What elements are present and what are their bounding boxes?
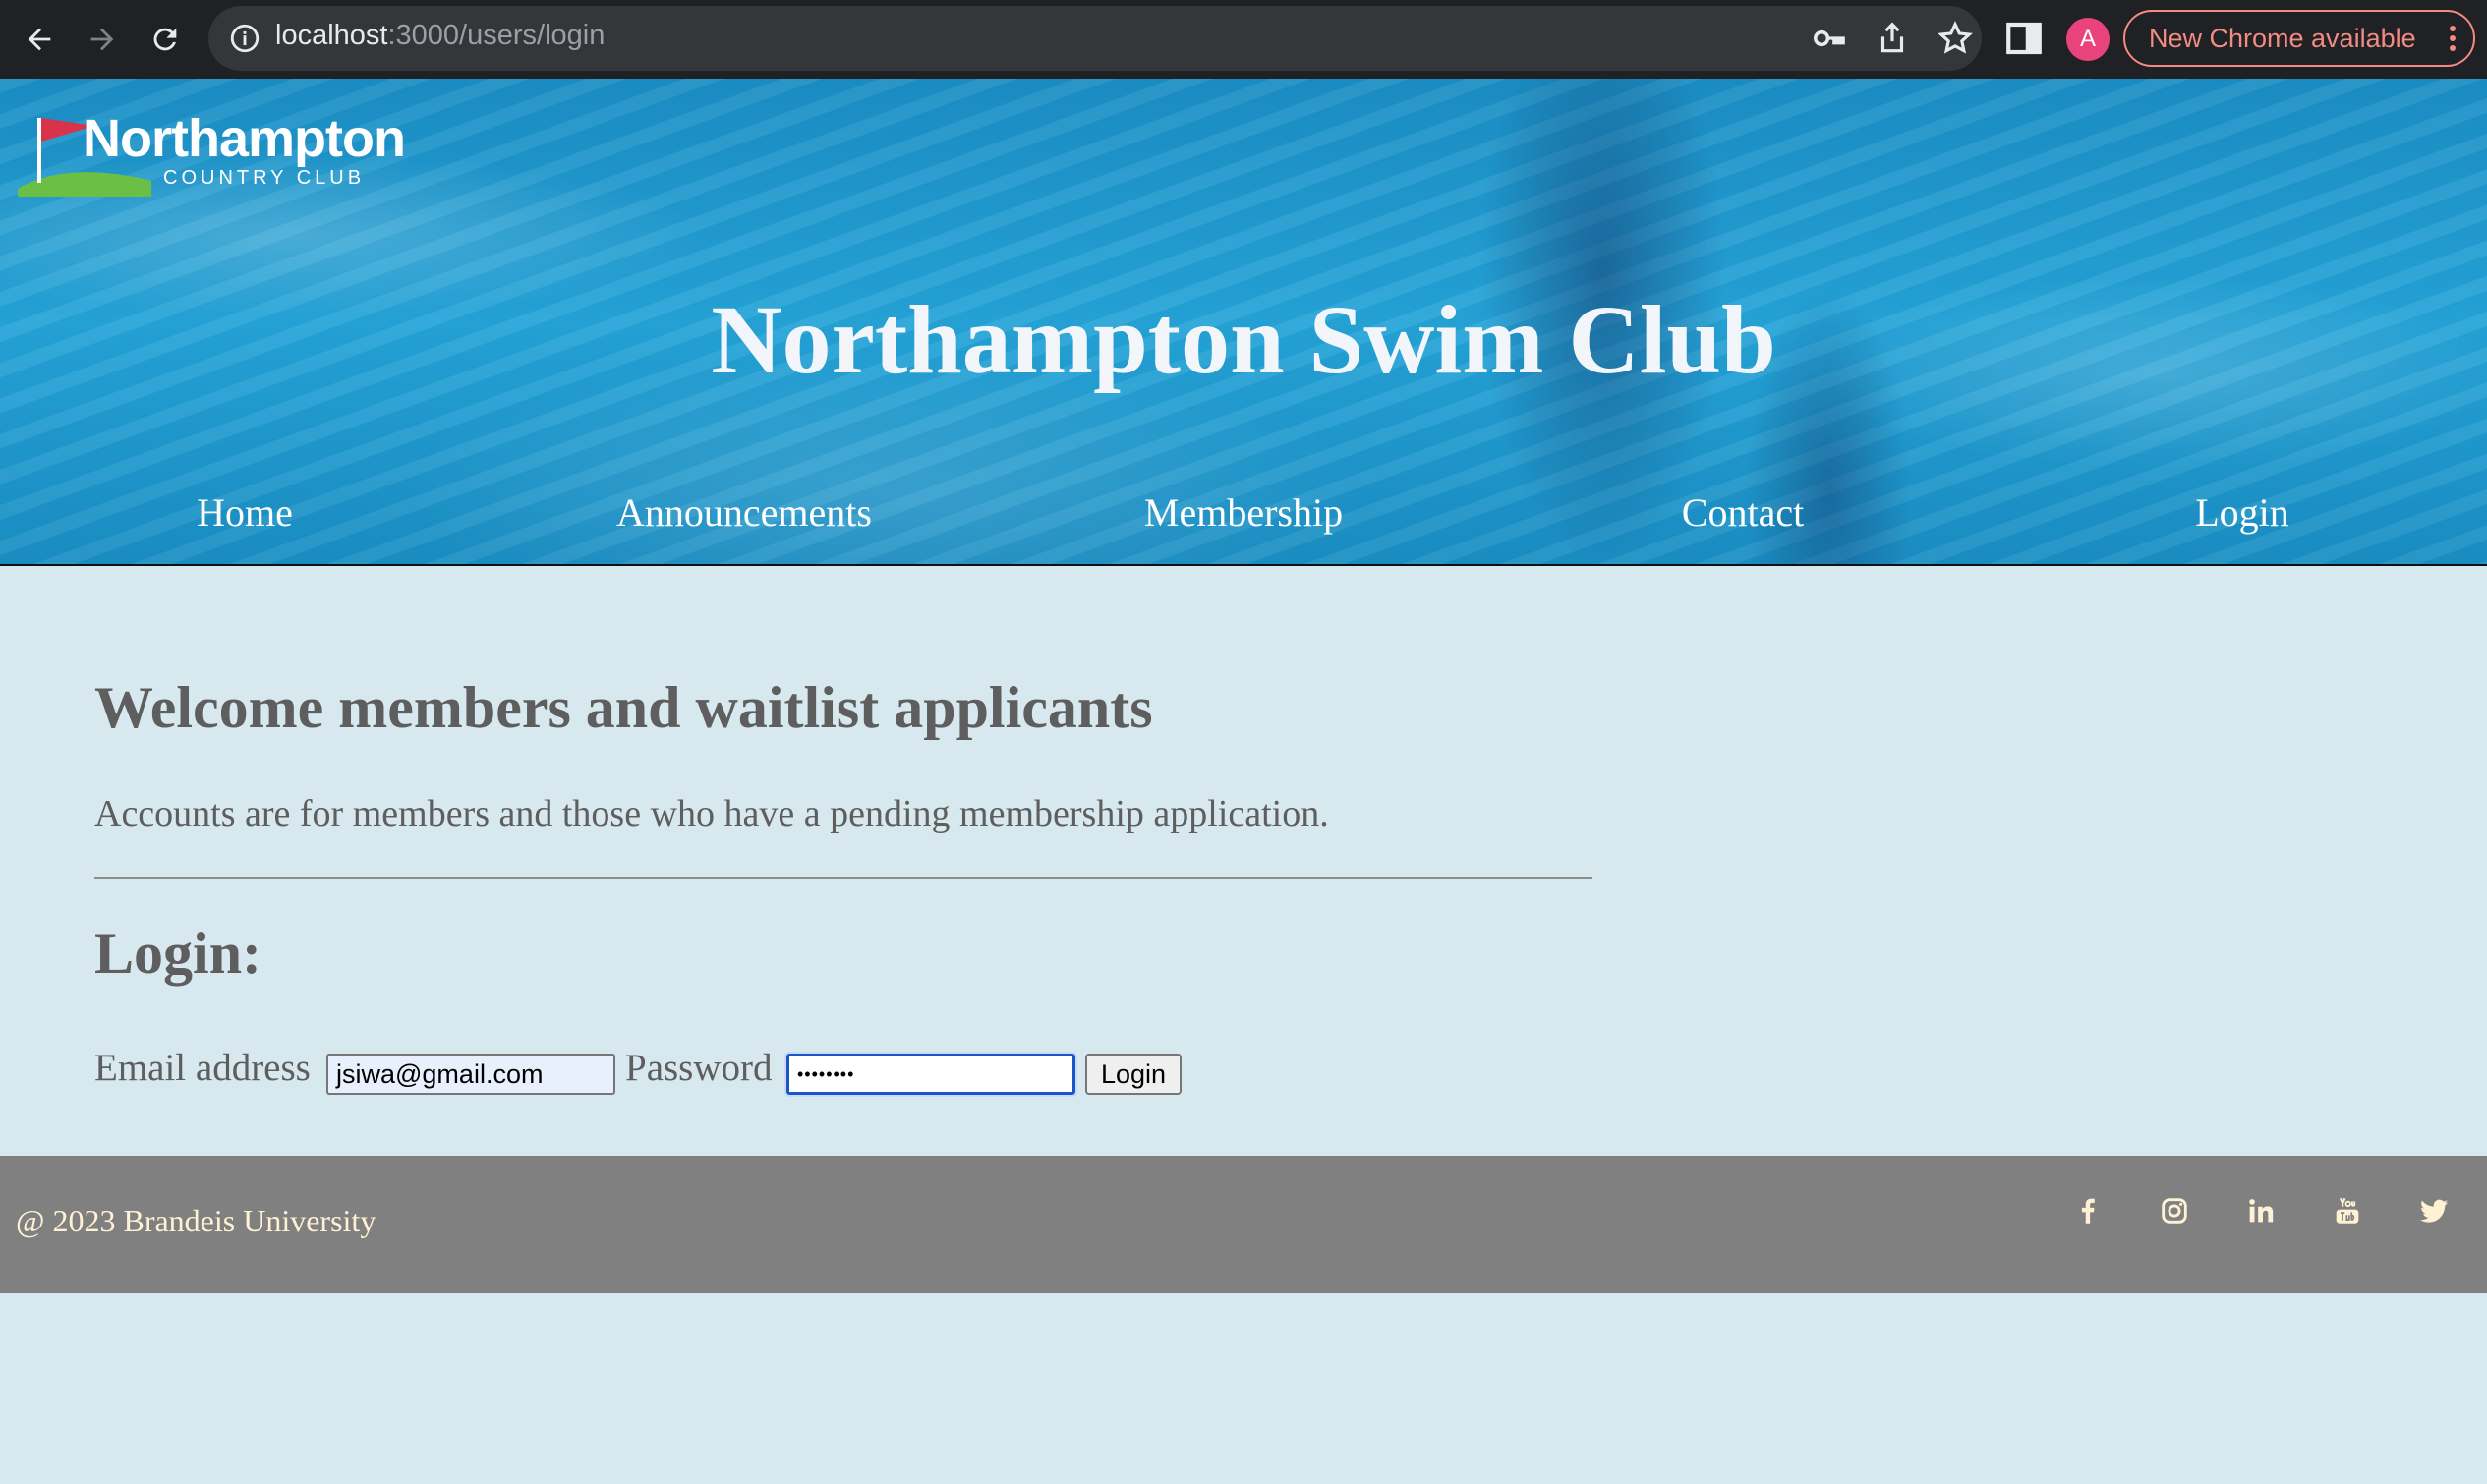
forward-icon: [90, 28, 114, 51]
logo-wordmark: Northampton: [83, 109, 406, 168]
login-heading: Login:: [94, 921, 262, 986]
email-field[interactable]: jsiwa@gmail.com: [326, 1054, 615, 1095]
instagram-link[interactable]: [2155, 1191, 2194, 1230]
page-title: Northampton Swim Club: [711, 285, 1776, 394]
forward-button[interactable]: [75, 12, 130, 67]
linkedin-link[interactable]: [2241, 1191, 2281, 1230]
profile-avatar[interactable]: A: [2066, 18, 2110, 61]
nav-login[interactable]: Login: [2195, 489, 2289, 536]
password-label: Password: [625, 1047, 773, 1089]
share-icon[interactable]: [1874, 20, 1911, 57]
twitter-link[interactable]: [2414, 1191, 2454, 1230]
side-panel-icon[interactable]: [2003, 18, 2045, 59]
chrome-update-button[interactable]: New Chrome available: [2123, 10, 2475, 67]
back-icon: [28, 28, 51, 51]
nav-home[interactable]: Home: [197, 489, 293, 536]
facebook-link[interactable]: [2068, 1191, 2108, 1230]
kebab-menu-icon[interactable]: [2448, 24, 2458, 53]
browser-toolbar: localhost:3000/users/login A New Chrome …: [0, 0, 2487, 79]
copyright-text: @ 2023 Brandeis University: [16, 1203, 376, 1238]
nav-announcements[interactable]: Announcements: [616, 489, 872, 536]
instagram-icon: [2162, 1198, 2187, 1224]
update-label: New Chrome available: [2149, 23, 2416, 53]
linkedin-icon: [2249, 1199, 2274, 1223]
nav-contact[interactable]: Contact: [1682, 489, 1804, 536]
nav-membership[interactable]: Membership: [1144, 489, 1343, 536]
logo-subtext: COUNTRY CLUB: [163, 167, 366, 189]
reload-button[interactable]: [138, 12, 193, 67]
hero-banner: Northampton COUNTRY CLUB Northampton Swi…: [0, 79, 2487, 566]
twitter-icon: [2419, 1199, 2449, 1223]
youtube-link[interactable]: [2328, 1191, 2367, 1230]
club-logo[interactable]: Northampton COUNTRY CLUB: [16, 98, 406, 197]
welcome-heading: Welcome members and waitlist applicants: [94, 675, 1153, 740]
divider: [94, 877, 1592, 879]
footer: @ 2023 Brandeis University: [0, 1156, 2487, 1293]
facebook-icon: [2081, 1198, 2095, 1224]
password-field[interactable]: ••••••••: [784, 1052, 1077, 1097]
star-icon[interactable]: [1937, 20, 1974, 57]
youtube-icon: [2336, 1197, 2359, 1224]
reload-icon: [153, 28, 177, 51]
login-submit-button[interactable]: Login: [1085, 1054, 1182, 1095]
key-icon[interactable]: [1811, 20, 1848, 57]
url-text: localhost:3000/users/login: [275, 20, 606, 51]
intro-text: Accounts are for members and those who h…: [94, 793, 1329, 834]
email-label: Email address: [94, 1047, 311, 1089]
info-icon[interactable]: [228, 22, 261, 55]
address-bar[interactable]: localhost:3000/users/login: [208, 6, 1982, 71]
back-button[interactable]: [12, 12, 67, 67]
